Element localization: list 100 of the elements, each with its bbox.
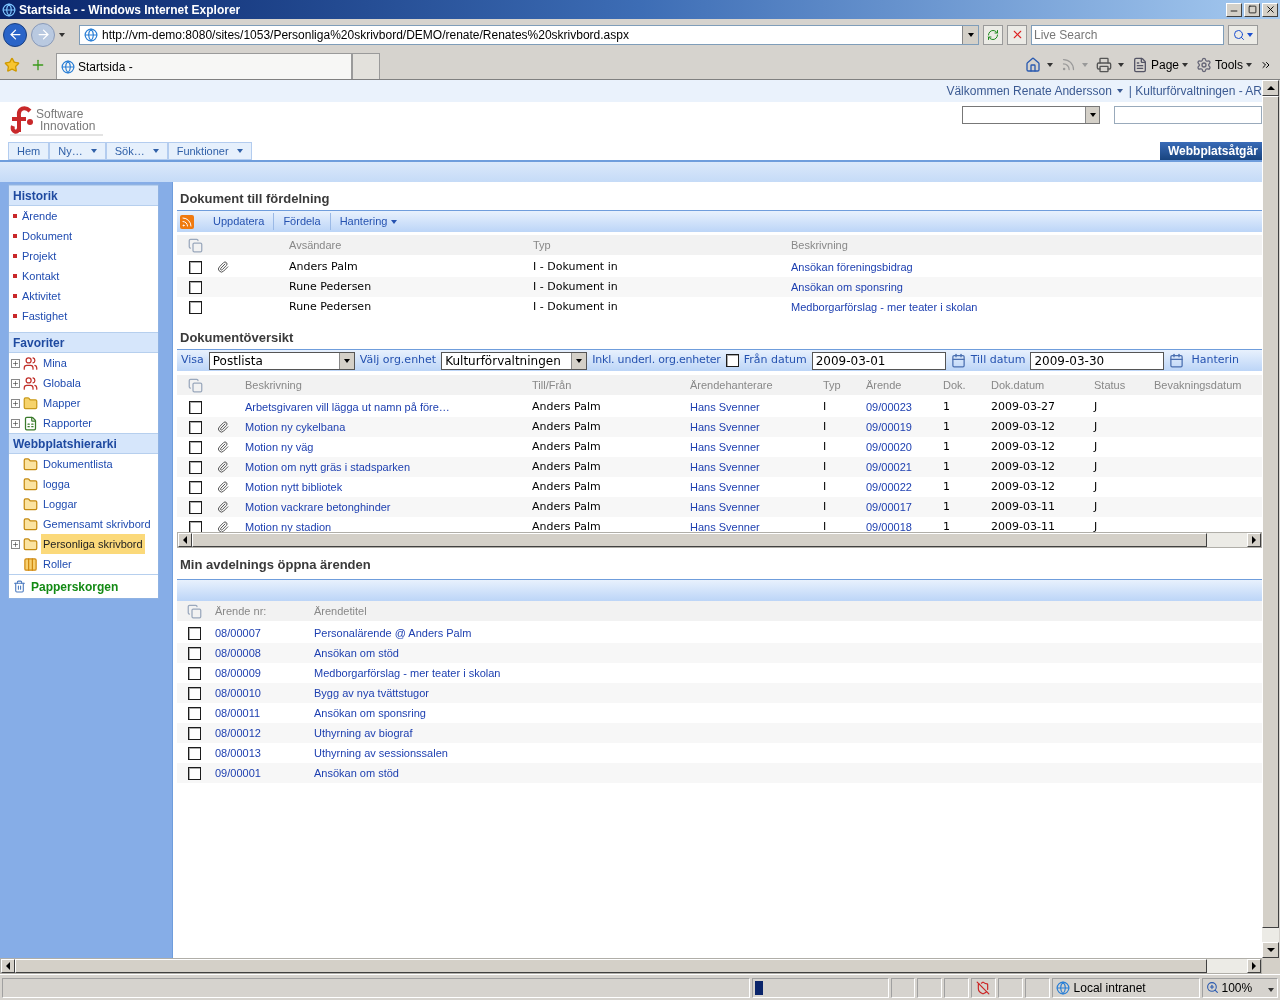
scroll-left-button[interactable] xyxy=(178,533,192,547)
scope-dropdown[interactable] xyxy=(962,106,1100,124)
case-link[interactable]: 09/00019 xyxy=(866,420,912,433)
security-zone[interactable]: Local intranet xyxy=(1051,977,1200,998)
tree-item[interactable]: Mapper xyxy=(41,392,83,414)
case-link[interactable]: 08/00011 xyxy=(215,706,261,719)
handler-link[interactable]: Hans Svenner xyxy=(690,500,760,513)
expand-icon[interactable] xyxy=(11,378,20,388)
history-link[interactable]: Fastighet xyxy=(22,307,68,325)
toolbar-button[interactable]: Fördela xyxy=(273,213,330,230)
checkbox[interactable] xyxy=(187,686,201,700)
horizontal-scrollbar[interactable] xyxy=(0,958,1262,974)
history-link[interactable]: Projekt xyxy=(22,247,57,265)
org-unit-dropdown[interactable]: Kulturförvaltningen xyxy=(441,351,588,370)
expand-icon[interactable] xyxy=(11,358,20,368)
command-menu[interactable]: Page xyxy=(1131,55,1188,74)
checkbox[interactable] xyxy=(188,280,202,294)
checkbox[interactable] xyxy=(188,400,202,414)
scrollbar-thumb[interactable] xyxy=(192,533,1207,547)
case-link[interactable]: 09/00001 xyxy=(215,766,261,779)
checkbox[interactable] xyxy=(188,420,202,434)
history-link[interactable]: Dokument xyxy=(22,227,73,245)
description-link[interactable]: Motion om nytt gräs i stadsparken xyxy=(245,460,411,473)
minimize-button[interactable] xyxy=(1226,2,1242,17)
toolbar-button[interactable]: Hantering xyxy=(329,213,407,230)
checkbox[interactable] xyxy=(187,626,201,640)
handler-link[interactable]: Hans Svenner xyxy=(690,460,760,473)
description-link[interactable]: Ansökan om sponsring xyxy=(791,278,903,296)
checkbox[interactable] xyxy=(188,520,202,532)
description-link[interactable]: Ansökan föreningsbidrag xyxy=(791,258,913,276)
case-link[interactable]: 09/00021 xyxy=(866,460,912,473)
checkbox[interactable] xyxy=(188,480,202,494)
checkbox[interactable] xyxy=(187,766,201,780)
command-menu[interactable]: Tools xyxy=(1196,55,1252,74)
case-link[interactable]: 09/00017 xyxy=(866,500,912,513)
case-title-link[interactable]: Bygg av nya tvättstugor xyxy=(314,686,429,699)
nav-tab[interactable]: Funktioner xyxy=(167,142,252,160)
checkbox[interactable] xyxy=(725,354,739,367)
print-button[interactable] xyxy=(1095,56,1124,73)
checkbox[interactable] xyxy=(188,460,202,474)
nav-tab[interactable]: Ny… xyxy=(49,142,106,160)
scroll-left-button[interactable] xyxy=(1,959,15,973)
case-link[interactable]: 08/00007 xyxy=(215,626,261,639)
handler-link[interactable]: Hans Svenner xyxy=(690,420,760,433)
checkbox[interactable] xyxy=(188,300,202,314)
address-field[interactable]: http://vm-demo:8080/sites/1053/Personliga%20skrivbord/DEMO/renate/Renates%20skrivbord.aspx xyxy=(79,24,979,45)
history-link[interactable]: Kontakt xyxy=(22,267,60,285)
checkbox[interactable] xyxy=(187,746,201,760)
history-link[interactable]: Ärende xyxy=(22,207,58,225)
description-link[interactable]: Motion vackrare betonghinder xyxy=(245,500,391,513)
calendar-icon[interactable] xyxy=(1169,353,1185,368)
tree-item[interactable]: Rapporter xyxy=(41,412,94,434)
case-link[interactable]: 09/00022 xyxy=(866,480,912,493)
organization-link[interactable]: | Kulturförvaltningen - AR xyxy=(1128,82,1262,100)
toolbar-button[interactable]: Uppdatera xyxy=(204,213,274,230)
welcome-menu[interactable]: Välkommen Renate Andersson xyxy=(946,82,1123,100)
company-logo[interactable]: Software Innovation xyxy=(10,106,104,136)
search-button[interactable] xyxy=(1228,24,1258,45)
expand-icon[interactable] xyxy=(11,539,20,549)
description-link[interactable]: Arbetsgivaren vill lägga ut namn på före… xyxy=(245,400,450,413)
tree-item[interactable]: Personliga skrivbord xyxy=(41,533,145,555)
case-link[interactable]: 09/00020 xyxy=(866,440,912,453)
scroll-up-button[interactable] xyxy=(1262,80,1279,96)
nav-tab[interactable]: Sök… xyxy=(105,142,168,160)
case-link[interactable]: 09/00018 xyxy=(866,520,912,532)
handler-link[interactable]: Hans Svenner xyxy=(690,480,760,493)
case-link[interactable]: 08/00008 xyxy=(215,646,261,659)
scrollbar-thumb[interactable] xyxy=(15,959,1207,973)
history-link[interactable]: Aktivitet xyxy=(22,287,61,305)
address-dropdown-button[interactable] xyxy=(962,25,978,44)
expand-icon[interactable] xyxy=(11,398,20,408)
case-title-link[interactable]: Ansökan om sponsring xyxy=(314,706,426,719)
case-link[interactable]: 08/00009 xyxy=(215,666,261,679)
tree-item[interactable]: Globala xyxy=(41,372,83,394)
blocked-shield-icon[interactable] xyxy=(976,980,991,995)
scroll-right-button[interactable] xyxy=(1247,959,1261,973)
case-title-link[interactable]: Personalärende @ Anders Palm xyxy=(314,626,472,639)
zoom-button[interactable]: 100% xyxy=(1201,977,1278,998)
tree-item[interactable]: Mina xyxy=(41,352,69,374)
expand-icon[interactable] xyxy=(11,418,20,428)
handler-link[interactable]: Hans Svenner xyxy=(690,400,760,413)
search-field[interactable]: Live Search xyxy=(1031,24,1224,45)
nav-tab[interactable]: Hem xyxy=(8,142,50,160)
refresh-button[interactable] xyxy=(983,24,1003,45)
checkbox[interactable] xyxy=(187,666,201,680)
checkbox[interactable] xyxy=(187,706,201,720)
view-dropdown[interactable]: Postlista xyxy=(208,351,355,370)
case-title-link[interactable]: Uthyrning av sessionssalen xyxy=(314,746,448,759)
browser-tab[interactable]: Startsida - xyxy=(56,53,352,79)
favorites-star-icon[interactable] xyxy=(4,56,20,73)
checkbox[interactable] xyxy=(188,500,202,514)
date-field[interactable]: 2009-03-30 xyxy=(1030,351,1165,370)
actions-menu[interactable]: Hanterin xyxy=(1191,352,1240,369)
stop-button[interactable] xyxy=(1007,24,1027,45)
checkbox[interactable] xyxy=(187,646,201,660)
horizontal-scrollbar[interactable] xyxy=(177,532,1262,548)
checkbox[interactable] xyxy=(188,260,202,274)
case-title-link[interactable]: Medborgarförslag - mer teater i skolan xyxy=(314,666,501,679)
calendar-icon[interactable] xyxy=(950,353,966,368)
case-link[interactable]: 08/00012 xyxy=(215,726,261,739)
